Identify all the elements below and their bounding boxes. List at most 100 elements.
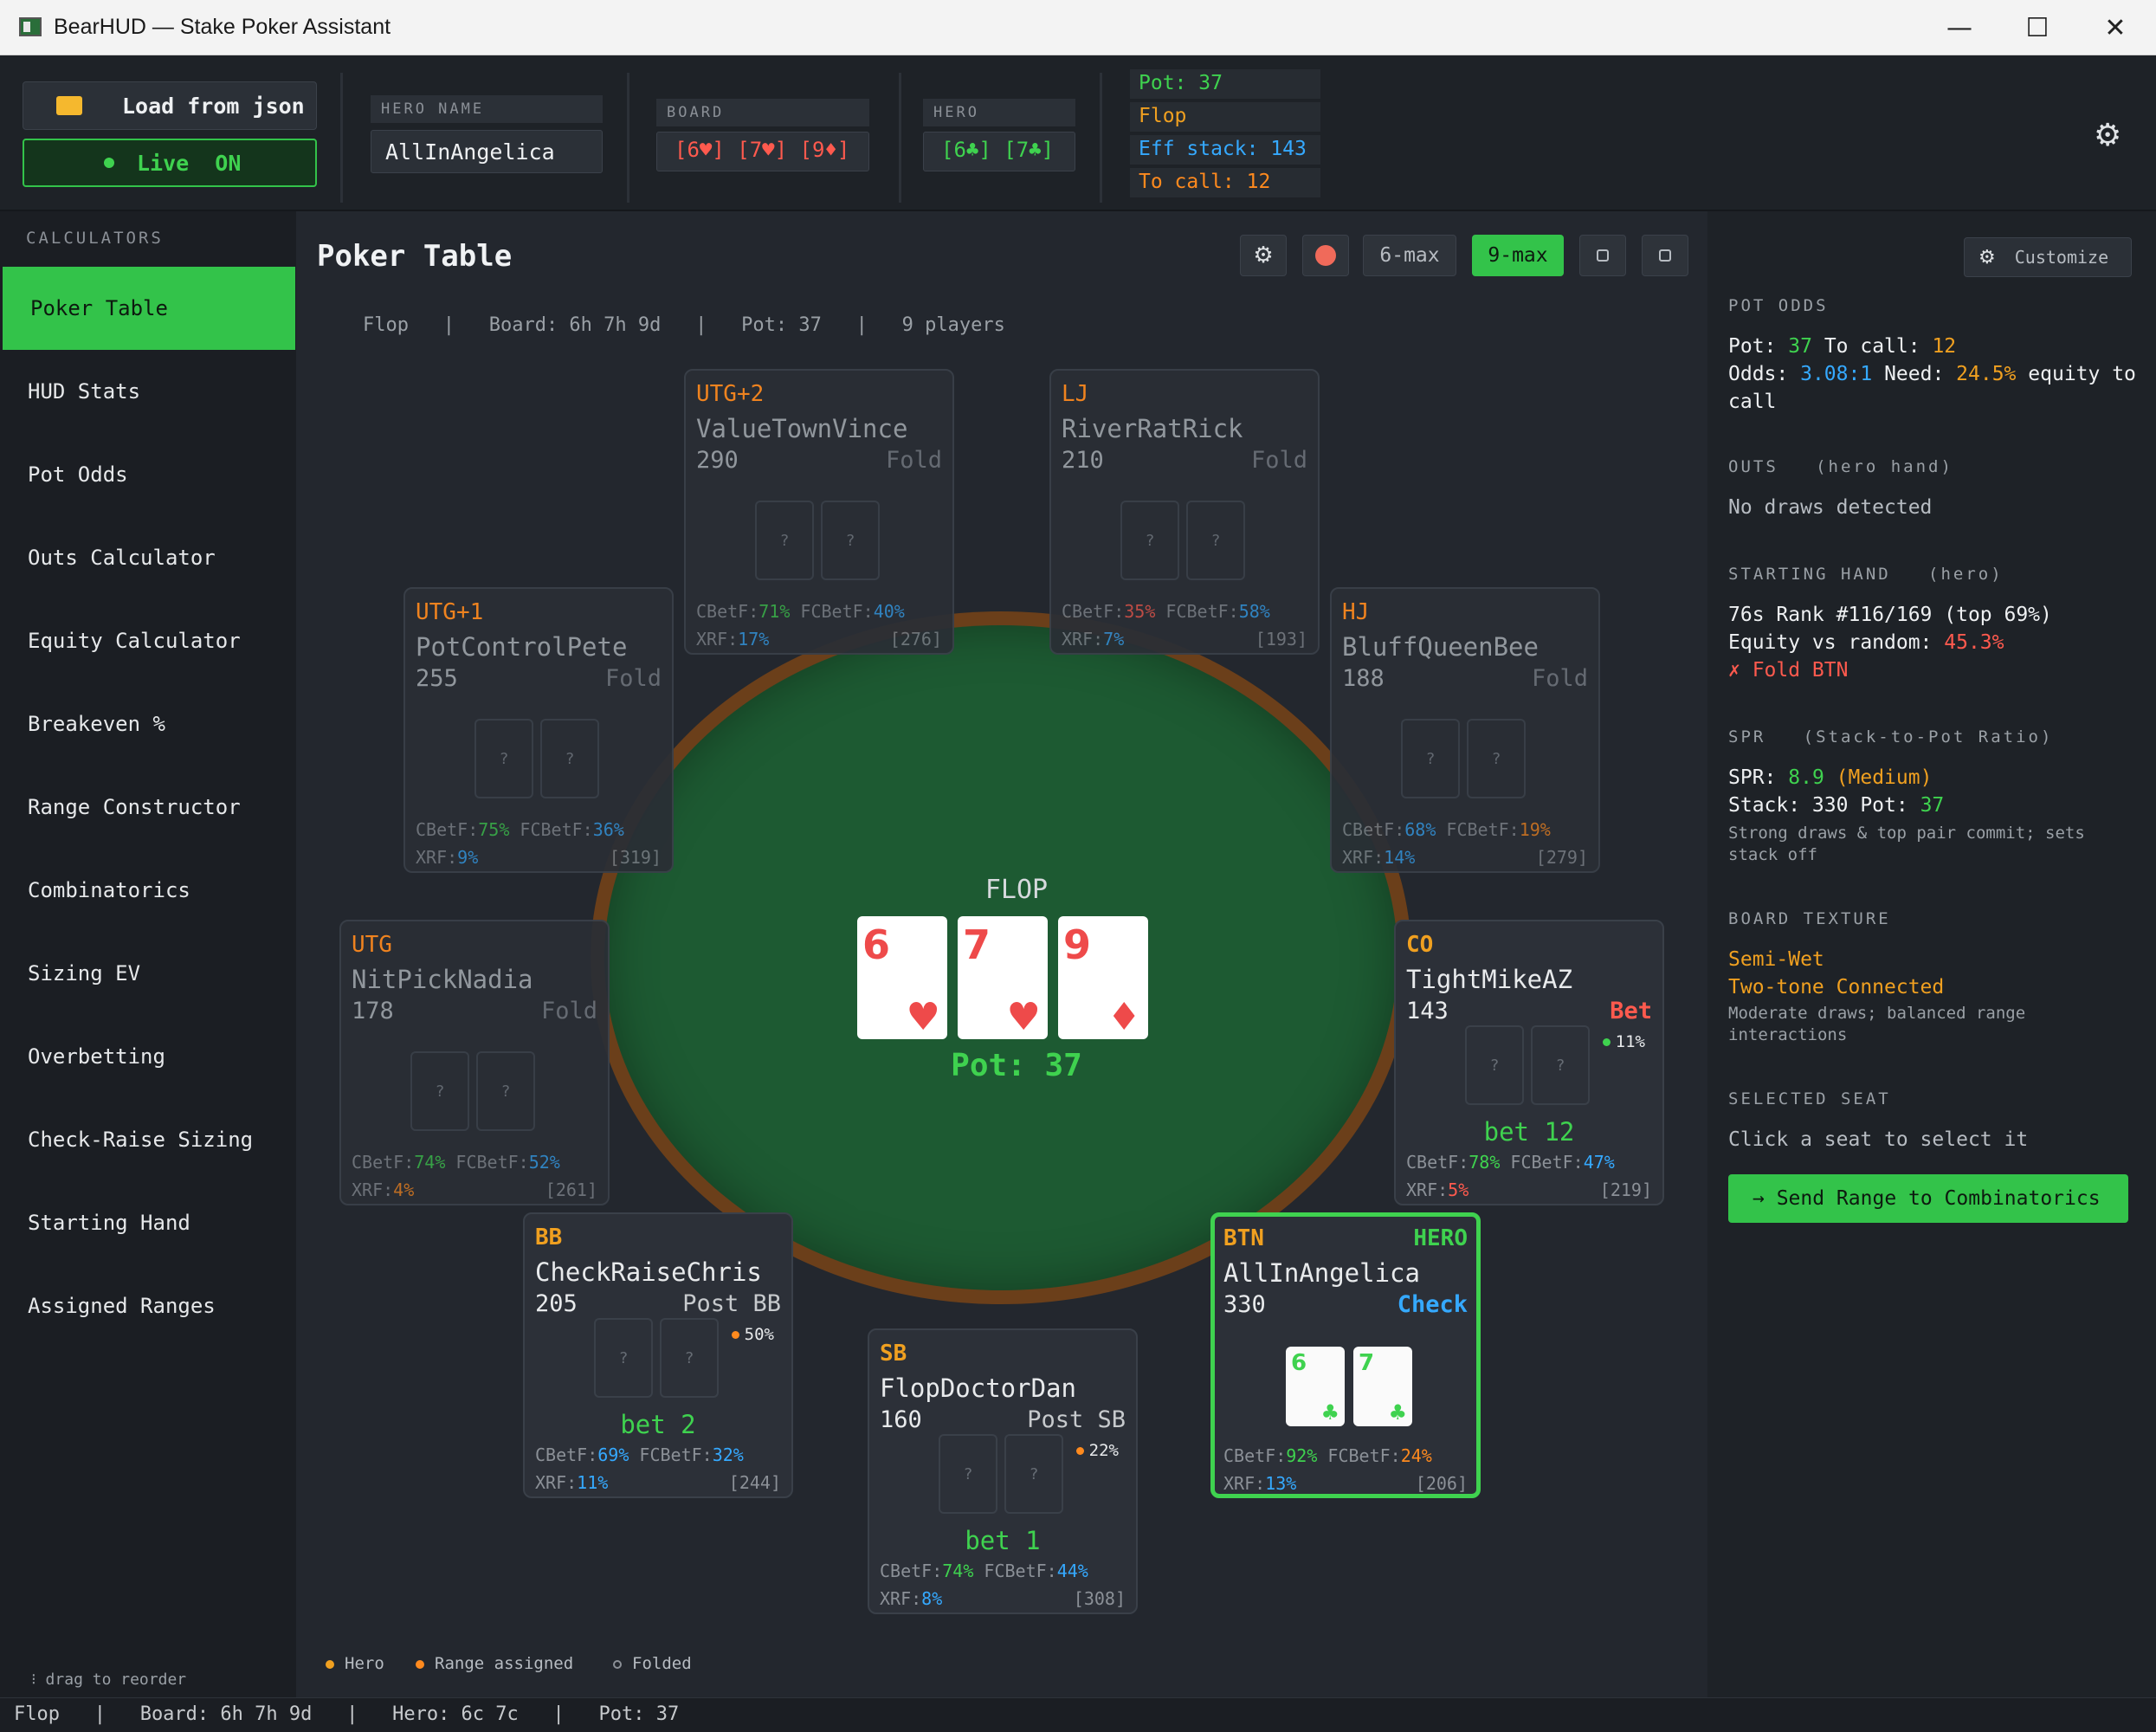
player-stack: 178 [352,998,394,1024]
theme-button[interactable] [1302,235,1349,276]
sidebar-item-breakeven[interactable]: Breakeven % [0,682,296,766]
redo-button[interactable] [1642,235,1688,276]
fcbetf-value: 40% [873,601,905,622]
sidebar-item-equity-calculator[interactable]: Equity Calculator [0,599,296,682]
seat-stats: CBetF:35% FCBetF:58% [1062,601,1270,622]
close-button[interactable]: ✕ [2076,0,2154,55]
sidebar-item-starting-hand[interactable]: Starting Hand [0,1181,296,1264]
cbetf-value: 74% [942,1561,974,1581]
live-toggle-label: Live ON [137,150,242,176]
undo-icon [1597,249,1609,262]
settings-gear-icon[interactable]: ⚙ [2094,118,2121,153]
seat-utg[interactable]: UTG NitPickNadia 178 Fold ? ? CBetF:74% … [339,920,610,1205]
heart-icon: ♥ [906,995,940,1039]
hero-name-input[interactable]: AllInAngelica [371,130,603,173]
undo-button[interactable] [1579,235,1626,276]
seat-stats: XRF:17% [276] [696,629,942,650]
player-name: RiverRatRick [1062,414,1243,443]
range-percent: 50% [731,1325,774,1344]
sidebar-caption: CALCULATORS [26,229,164,248]
hidden-card: ? [410,1051,469,1131]
hero-cards-label: HERO [923,99,1075,126]
stat-label: XRF: [880,1588,922,1609]
sidebar-item-outs-calculator[interactable]: Outs Calculator [0,516,296,599]
table-settings-button[interactable]: ⚙ [1240,235,1287,276]
separator: | [855,314,868,336]
send-range-button[interactable]: → Send Range to Combinatorics [1728,1174,2128,1223]
palette-icon [1315,245,1336,266]
cbetf-value: 35% [1124,601,1156,622]
player-action: Post SB [1027,1406,1126,1433]
hidden-card: ? [939,1434,997,1514]
stat-label: FCBetF: [984,1561,1057,1581]
seat-stats: CBetF:92% FCBetF:24% [1223,1445,1432,1466]
bet-amount: bet 1 [965,1526,1041,1555]
pot-stat: Pot: 37 [1130,69,1320,99]
card-rank: 7 [963,921,991,968]
seat-position: BB [535,1225,563,1251]
seat-sb[interactable]: SB FlopDoctorDan 160 Post SB 22% ? ? bet… [868,1328,1138,1614]
six-max-button[interactable]: 6-max [1363,235,1456,276]
seat-position: BTN [1223,1225,1264,1251]
starting-hand-heading: STARTING HAND (hero) [1728,565,2004,584]
player-name: TightMikeAZ [1406,965,1573,994]
bet-amount: bet 2 [620,1410,696,1439]
selected-seat-text: Click a seat to select it [1728,1128,2029,1151]
app-icon [19,17,42,36]
to-call-label: To call: [1824,335,1920,358]
sidebar-item-pot-odds[interactable]: Pot Odds [0,433,296,516]
window-titlebar: BearHUD — Stake Poker Assistant — ☐ ✕ [0,0,2156,55]
sidebar-item-overbetting[interactable]: Overbetting [0,1015,296,1098]
sidebar-item-combinatorics[interactable]: Combinatorics [0,849,296,932]
stat-label: FCBetF: [1446,819,1520,840]
range-dot-icon [1075,1447,1084,1455]
player-stack: 143 [1406,998,1449,1024]
card-rank: 6 [1291,1350,1307,1376]
sidebar-item-range-constructor[interactable]: Range Constructor [0,766,296,849]
seat-utg1[interactable]: UTG+1 PotControlPete 255 Fold ? ? CBetF:… [403,587,674,873]
seat-lj[interactable]: LJ RiverRatRick 210 Fold ? ? CBetF:35% F… [1049,369,1320,655]
board-card: 9 ♦ [1058,916,1148,1039]
sidebar-item-check-raise-sizing[interactable]: Check-Raise Sizing [0,1098,296,1181]
hand-count: [319] [609,847,662,868]
load-json-label: Load from json [122,93,305,119]
seat-stats: CBetF:71% FCBetF:40% [696,601,905,622]
cbetf-value: 68% [1404,819,1436,840]
load-json-button[interactable]: Load from json [23,81,317,130]
stat-label: CBetF: [352,1152,415,1173]
sidebar-item-poker-table[interactable]: Poker Table [3,267,295,350]
bet-amount: bet 12 [1483,1117,1575,1147]
xrf-value: 4% [393,1179,415,1200]
sidebar-item-hud-stats[interactable]: HUD Stats [0,350,296,433]
nine-max-button[interactable]: 9-max [1472,235,1564,276]
fcbetf-value: 36% [592,819,624,840]
sidebar-item-assigned-ranges[interactable]: Assigned Ranges [0,1264,296,1347]
seat-bb[interactable]: BB CheckRaiseChris 205 Post BB 50% ? ? b… [523,1212,793,1498]
range-percent-value: 11% [1615,1032,1645,1051]
to-call-stat: To call: 12 [1130,168,1320,197]
range-dot-icon [1602,1038,1611,1046]
customize-button[interactable]: ⚙ Customize [1964,237,2132,277]
player-stack: 160 [880,1406,922,1433]
live-toggle-button[interactable]: Live ON [23,139,317,187]
street-stat: Flop [1130,102,1320,132]
range-dot-icon [731,1331,739,1339]
seat-stats: XRF:9% [319] [416,847,662,868]
player-stack: 205 [535,1290,578,1317]
seat-position: LJ [1062,381,1089,407]
seat-btn-hero[interactable]: BTN HERO AllInAngelica 330 Check 6 ♣ 7 ♣ C… [1210,1212,1481,1498]
seat-co[interactable]: CO TightMikeAZ 143 Bet 11% ? ? bet 12 CB… [1394,920,1664,1205]
summary-street: Flop [362,314,409,336]
seat-position: UTG [352,932,392,958]
stat-label: CBetF: [1406,1152,1469,1173]
minimize-button[interactable]: — [1920,0,1998,55]
seat-hj[interactable]: HJ BluffQueenBee 188 Fold ? ? CBetF:68% … [1330,587,1600,873]
live-dot-icon [104,158,114,168]
legend-folded: Folded [613,1654,692,1673]
hero-cards-field: [6♣] [7♣] [923,132,1075,171]
sidebar-item-sizing-ev[interactable]: Sizing EV [0,932,296,1015]
seat-utg2[interactable]: UTG+2 ValueTownVince 290 Fold ? ? CBetF:… [684,369,954,655]
customize-label: Customize [2014,247,2109,268]
maximize-button[interactable]: ☐ [1998,0,2076,55]
drag-reorder-hint[interactable]: ⁝ drag to reorder [31,1671,186,1689]
